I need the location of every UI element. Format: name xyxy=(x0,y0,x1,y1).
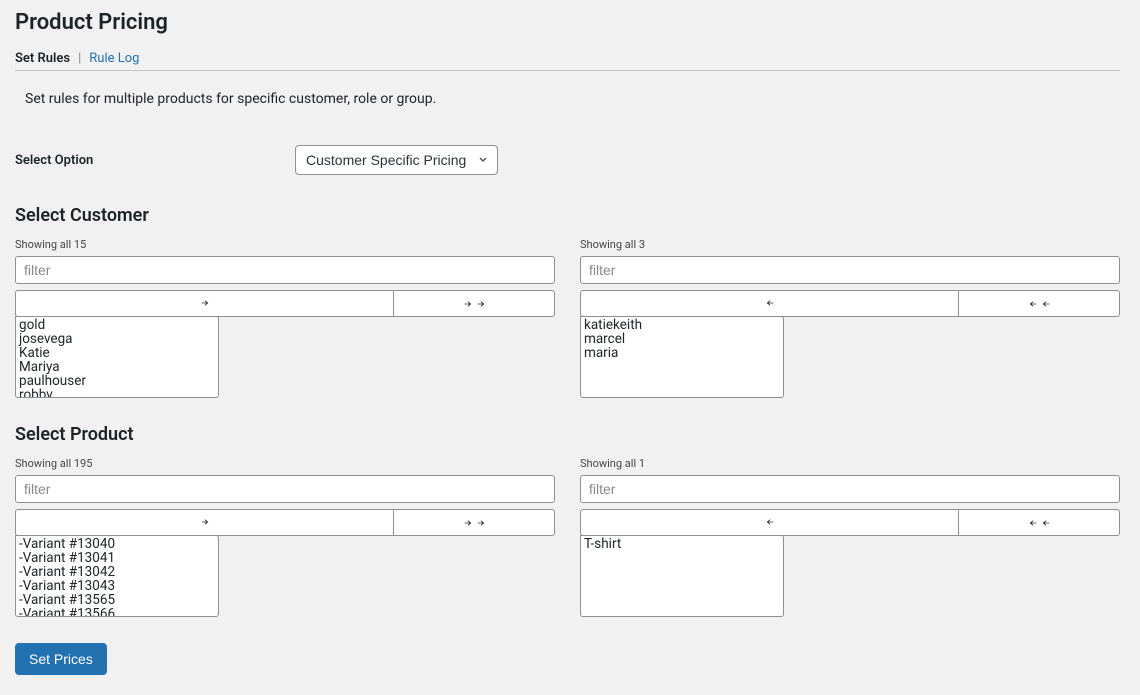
list-item[interactable]: Mariya xyxy=(19,360,215,374)
double-arrow-right-icon xyxy=(462,518,487,528)
list-item[interactable]: T-shirt xyxy=(584,537,780,551)
double-arrow-right-icon xyxy=(462,299,487,309)
list-item[interactable]: marcel xyxy=(584,332,780,346)
customer-dual-list: Showing all 15 gold josevega Katie Mariy… xyxy=(15,238,1120,398)
list-item[interactable]: gold xyxy=(19,318,215,332)
customer-move-right-button[interactable] xyxy=(15,290,393,317)
double-arrow-left-icon xyxy=(1027,518,1052,528)
select-option-label: Select Option xyxy=(15,153,295,168)
customer-selected-list[interactable]: katiekeith marcel maria xyxy=(580,316,784,398)
product-available-filter[interactable] xyxy=(15,475,555,503)
arrow-left-icon xyxy=(764,515,776,530)
product-available-list[interactable]: -Variant #13040 -Variant #13041 -Variant… xyxy=(15,535,219,617)
customer-move-left-button[interactable] xyxy=(580,290,958,317)
list-item[interactable]: Katie xyxy=(19,346,215,360)
tab-set-rules[interactable]: Set Rules xyxy=(15,51,70,66)
customer-selected-filter[interactable] xyxy=(580,256,1120,284)
product-selected-count: Showing all 1 xyxy=(580,457,1120,470)
product-selected: Showing all 1 T-shirt xyxy=(580,457,1120,617)
product-move-right-button[interactable] xyxy=(15,509,393,536)
list-item[interactable]: -Variant #13040 xyxy=(19,537,215,551)
description: Set rules for multiple products for spec… xyxy=(25,91,1120,107)
option-row: Select Option Customer Specific Pricing xyxy=(15,145,1120,175)
select-product-title: Select Product xyxy=(15,424,1120,445)
product-selected-list[interactable]: T-shirt xyxy=(580,535,784,617)
list-item[interactable]: maria xyxy=(584,346,780,360)
product-available: Showing all 195 -Variant #13040 -Variant… xyxy=(15,457,555,617)
product-available-count: Showing all 195 xyxy=(15,457,555,470)
customer-move-all-left-button[interactable] xyxy=(958,290,1120,317)
list-item[interactable]: robby xyxy=(19,388,215,398)
customer-available-list[interactable]: gold josevega Katie Mariya paulhouser ro… xyxy=(15,316,219,398)
tab-separator: | xyxy=(78,51,81,66)
option-select[interactable]: Customer Specific Pricing xyxy=(295,145,498,175)
list-item[interactable]: katiekeith xyxy=(584,318,780,332)
product-move-all-left-button[interactable] xyxy=(958,509,1120,536)
customer-available-count: Showing all 15 xyxy=(15,238,555,251)
tab-rule-log[interactable]: Rule Log xyxy=(89,51,139,66)
page-title: Product Pricing xyxy=(15,10,1120,35)
product-move-left-button[interactable] xyxy=(580,509,958,536)
tab-bar: Set Rules | Rule Log xyxy=(15,51,1120,66)
product-move-all-right-button[interactable] xyxy=(393,509,555,536)
product-dual-list: Showing all 195 -Variant #13040 -Variant… xyxy=(15,457,1120,617)
customer-available-filter[interactable] xyxy=(15,256,555,284)
arrow-right-icon xyxy=(199,515,211,530)
list-item[interactable]: -Variant #13043 xyxy=(19,579,215,593)
double-arrow-left-icon xyxy=(1027,299,1052,309)
list-item[interactable]: -Variant #13041 xyxy=(19,551,215,565)
set-prices-button[interactable]: Set Prices xyxy=(15,643,107,675)
list-item[interactable]: josevega xyxy=(19,332,215,346)
select-customer-title: Select Customer xyxy=(15,205,1120,226)
customer-selected: Showing all 3 katiekeith marcel maria xyxy=(580,238,1120,398)
arrow-right-icon xyxy=(199,296,211,311)
list-item[interactable]: -Variant #13566 xyxy=(19,607,215,617)
product-selected-filter[interactable] xyxy=(580,475,1120,503)
customer-selected-count: Showing all 3 xyxy=(580,238,1120,251)
list-item[interactable]: -Variant #13042 xyxy=(19,565,215,579)
list-item[interactable]: paulhouser xyxy=(19,374,215,388)
tab-underline xyxy=(15,70,1120,71)
customer-available: Showing all 15 gold josevega Katie Mariy… xyxy=(15,238,555,398)
list-item[interactable]: -Variant #13565 xyxy=(19,593,215,607)
arrow-left-icon xyxy=(764,296,776,311)
customer-move-all-right-button[interactable] xyxy=(393,290,555,317)
